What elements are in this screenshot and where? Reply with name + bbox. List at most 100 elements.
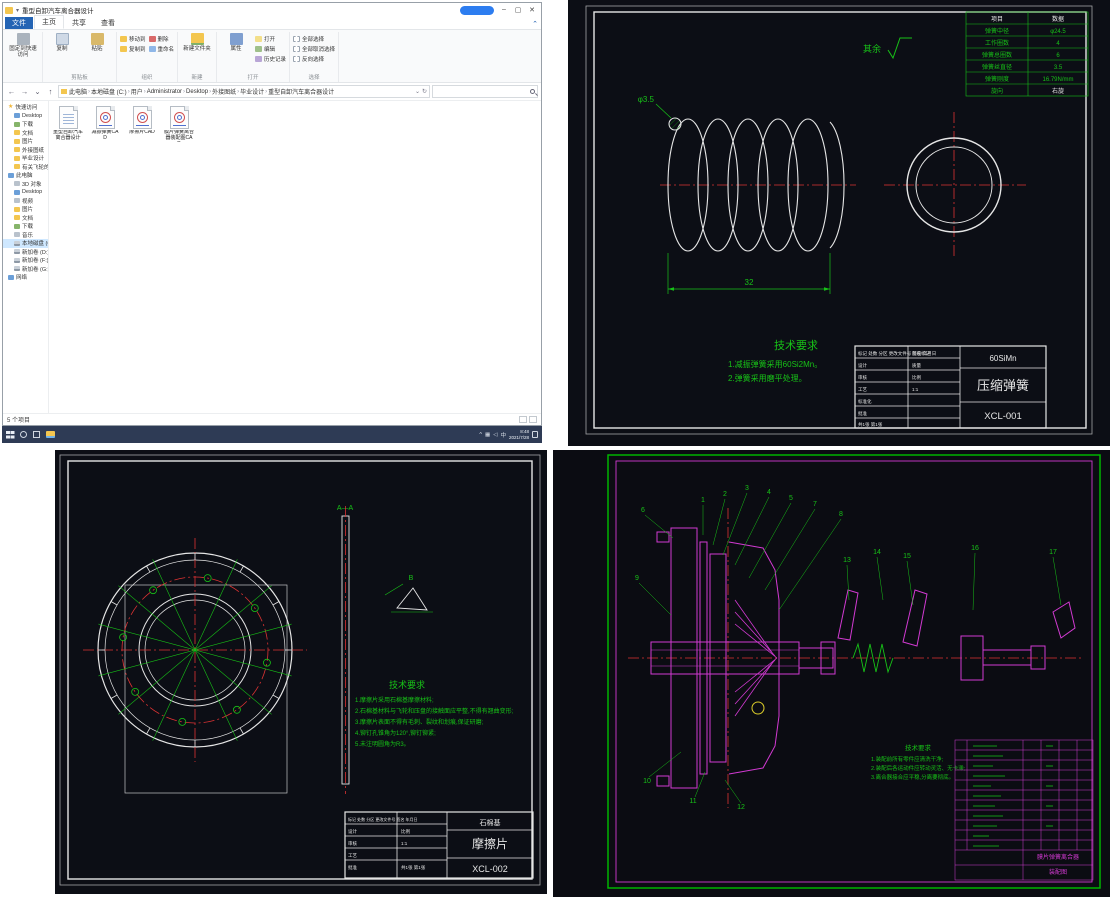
select-none-button[interactable]: 全部取消选择 [293,45,335,53]
breadcrumb[interactable]: 用户 [131,87,143,96]
sidebar-item-music[interactable]: 音乐 [3,231,48,240]
sidebar-item-folder[interactable]: 毕业设计 [3,154,48,163]
open-button[interactable]: 打开 [255,35,286,43]
search-input[interactable] [432,85,538,98]
svg-text:1.装配前所有零件应清洗干净;: 1.装配前所有零件应清洗干净; [871,755,944,763]
ime-indicator[interactable]: 中 [500,431,506,439]
refresh-icon[interactable]: ↻ [422,88,427,95]
quick-access-toolbar[interactable]: ▾ [16,7,19,14]
minimize-button[interactable]: – [497,6,511,14]
volume-tray-icon[interactable]: ◁ [493,432,497,438]
svg-text:14: 14 [873,549,881,556]
address-dropdown-icon[interactable]: ⌄ [415,88,420,95]
file-item[interactable]: 重型自卸汽车离合器设计 [53,106,83,142]
sidebar-item-desktop[interactable]: Desktop [3,112,48,121]
3d-objects-icon [14,181,20,186]
up-button[interactable]: ↑ [45,87,56,96]
taskbar-search-icon[interactable] [20,431,27,438]
properties-button[interactable]: 属性 [220,33,252,52]
breadcrumb[interactable]: Administrator [147,89,182,95]
sidebar-item-volume-f[interactable]: 新加卷 (F:) [3,256,48,265]
copy-to-button[interactable]: 复制到 [120,45,146,53]
copy-button[interactable]: 复制 [46,33,78,52]
titlebar: ▾ 重型自卸汽车离合器设计 – ▢ ✕ [3,3,541,17]
back-button[interactable]: ← [6,87,17,96]
drive-icon [14,266,20,271]
svg-text:2.弹簧采用磨平处理。: 2.弹簧采用磨平处理。 [728,373,807,383]
taskbar-clock[interactable]: 8:48 2021/7/28 [509,429,529,440]
select-all-button[interactable]: 全部选择 [293,35,335,43]
breadcrumb[interactable]: 重型自卸汽车离合器设计 [268,87,334,96]
sidebar-item-3d-objects[interactable]: 3D 对象 [3,180,48,189]
sidebar-this-pc[interactable]: 此电脑 [3,171,48,180]
file-item[interactable]: 减振弹簧CAD [90,106,120,142]
svg-text:7: 7 [813,501,817,508]
pin-to-quick-access-button[interactable]: 固定到快速访问 [7,33,39,58]
front-view [83,538,307,793]
sidebar-item-folder[interactable]: 外接图纸 [3,146,48,155]
tab-file[interactable]: 文件 [5,17,33,29]
sidebar-item-volume-g[interactable]: 新加卷 (G:) [3,265,48,274]
computer-icon [8,173,14,178]
breadcrumb[interactable]: 本地磁盘 (C:) [91,87,127,96]
svg-text:5: 5 [789,495,793,502]
sidebar-item-folder[interactable]: 有关飞轮的尺寸文档 [3,163,48,172]
delete-button[interactable]: 删除 [149,35,175,43]
documents-icon [14,215,20,220]
sidebar-item-downloads[interactable]: 下载 [3,222,48,231]
breadcrumb[interactable]: 外接图纸 [212,87,236,96]
taskbar-explorer-icon[interactable] [46,431,55,438]
sidebar-item-local-disk-c[interactable]: 本地磁盘 (C:) [3,239,48,248]
tab-view[interactable]: 查看 [94,17,122,29]
collapse-ribbon-icon[interactable]: ⌃ [532,20,538,28]
invert-selection-button[interactable]: 反向选择 [293,55,335,63]
sidebar-item-desktop[interactable]: Desktop [3,188,48,197]
recent-locations-icon[interactable]: ⌄ [32,87,43,96]
svg-text:6: 6 [641,507,645,514]
paste-button[interactable]: 粘贴 [81,33,113,52]
titlebar-badge[interactable] [460,6,494,15]
sidebar-item-pictures[interactable]: 图片 [3,137,48,146]
notification-center-icon[interactable] [532,431,538,438]
documents-icon [14,130,20,135]
new-folder-button[interactable]: 新建文件夹 [181,33,213,52]
sidebar-item-documents[interactable]: 文档 [3,214,48,223]
material: 石棉基 [480,818,501,827]
breadcrumb[interactable]: 毕业设计 [240,87,264,96]
history-button[interactable]: 历史记录 [255,55,286,63]
close-button[interactable]: ✕ [525,6,539,14]
maximize-button[interactable]: ▢ [511,6,525,14]
tab-home[interactable]: 主页 [34,15,64,29]
file-item[interactable]: 摩擦片CAD [127,106,157,136]
sidebar-item-volume-d[interactable]: 新加卷 (D:) [3,248,48,257]
drawing-border [60,455,540,885]
network-tray-icon[interactable]: ▦ [485,432,490,438]
breadcrumb[interactable]: Desktop [186,89,208,95]
sidebar-item-pictures[interactable]: 图片 [3,205,48,214]
sidebar-network[interactable]: 网络 [3,273,48,282]
svg-text:共1张 第1张: 共1张 第1张 [858,421,883,428]
file-item[interactable]: 膜片弹簧离合器装配图CAD [164,106,194,142]
start-button[interactable] [6,431,14,439]
svg-text:2.装配后各运动件应转动灵活、无卡滞;: 2.装配后各运动件应转动灵活、无卡滞; [871,764,966,772]
sidebar-item-downloads[interactable]: 下载 [3,120,48,129]
edit-button[interactable]: 编辑 [255,45,286,53]
svg-text:弹簧总圈数: 弹簧总圈数 [982,51,1012,59]
task-view-icon[interactable] [33,431,40,438]
address-bar[interactable]: 此电脑› 本地磁盘 (C:)› 用户› Administrator› Deskt… [58,85,430,98]
svg-text:B: B [409,575,414,582]
sidebar-item-documents[interactable]: 文档 [3,129,48,138]
thumbnail-view-button[interactable] [529,416,537,423]
material: 60SiMn [989,354,1016,363]
svg-text:阶段标记: 阶段标记 [912,350,930,357]
spring-side-view [668,118,844,251]
sidebar-item-videos[interactable]: 视频 [3,197,48,206]
move-to-button[interactable]: 移动到 [120,35,146,43]
list-view-button[interactable] [519,416,527,423]
rename-button[interactable]: 重命名 [149,45,175,53]
forward-button[interactable]: → [19,87,30,96]
breadcrumb[interactable]: 此电脑 [69,87,87,96]
sidebar-quick-access[interactable]: ★快速访问 [3,103,48,112]
tab-share[interactable]: 共享 [65,17,93,29]
tray-expand-icon[interactable]: ^ [479,432,482,438]
